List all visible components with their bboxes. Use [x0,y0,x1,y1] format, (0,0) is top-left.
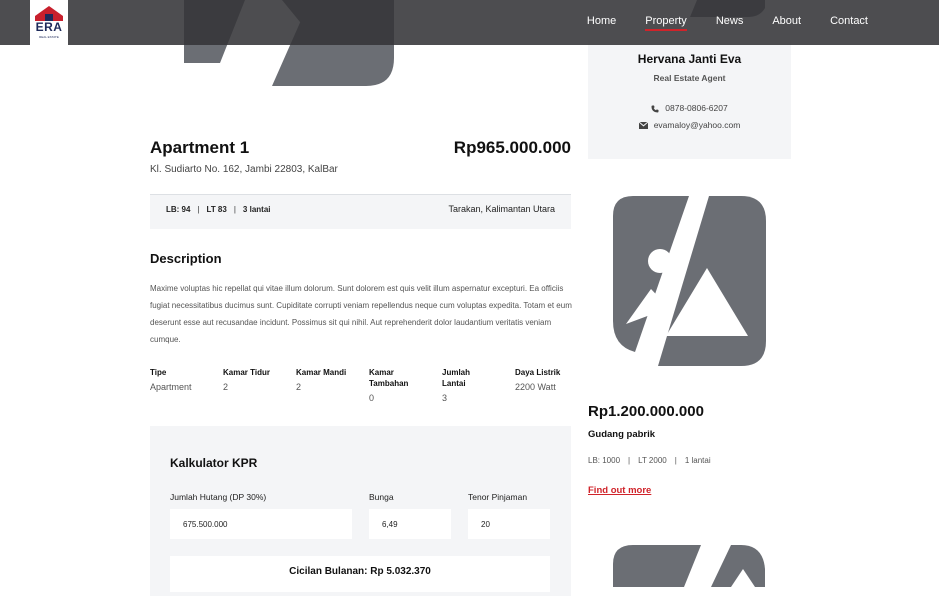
spec-lb: LB: 94 [166,205,191,214]
interest-input[interactable] [369,509,451,539]
feature-label: Kamar Tidur [223,368,270,377]
feature-value: 2 [223,382,229,392]
listing-price: Rp965.000.000 [453,138,571,157]
spec-separator: | [674,456,677,465]
agent-email-text: evamaloy@yahoo.com [653,120,741,130]
nav-property[interactable]: Property [645,15,687,31]
description-text: Maxime voluptas hic repellat qui vitae i… [150,284,572,344]
logo-text: ERA [35,20,63,34]
agent-email[interactable]: evamaloy@yahoo.com [588,120,791,130]
feature-type: Tipe Apartment [150,367,220,392]
feature-value: 2 [296,382,302,392]
image-placeholder-icon [613,545,765,587]
debt-label: Jumlah Hutang (DP 30%) [170,492,267,502]
listing-title: Apartment 1 [150,138,250,157]
listing-specs: LB: 94 | LT 83 | 3 lantai [166,205,271,214]
logo-subtext: REAL ESTATE [39,35,59,39]
agent-phone[interactable]: 0878-0806-6207 [588,103,791,113]
main-nav: Home Property News About Contact [558,15,868,31]
agent-phone-text: 0878-0806-6207 [665,103,728,113]
feature-value: Apartment [150,382,192,392]
related-property-name: Gudang pabrik [588,429,656,440]
feature-label: Daya Listrik [515,368,561,377]
spec-floors: 1 lantai [684,456,711,465]
feature-value: 3 [442,393,448,403]
agent-name: Hervana Janti Eva [637,52,742,66]
image-placeholder-icon [613,196,766,366]
nav-about[interactable]: About [772,15,801,31]
feature-value: 2200 Watt [515,382,556,392]
feature-label: Tipe [150,368,167,377]
debt-input[interactable] [170,509,352,539]
calculator-title: Kalkulator KPR [170,456,258,470]
next-property-image[interactable] [613,544,766,587]
era-logo[interactable]: ERA REAL ESTATE [30,0,68,45]
house-roof-icon [35,6,63,21]
nav-contact[interactable]: Contact [830,15,868,31]
feature-floors: Jumlah Lantai 3 [442,367,482,403]
related-property-image[interactable] [613,196,766,367]
feature-bedrooms: Kamar Tidur 2 [223,367,293,392]
description-heading: Description [150,251,222,266]
spec-separator: | [197,205,200,214]
phone-icon [651,105,659,113]
envelope-icon [638,122,648,130]
feature-label: Jumlah Lantai [442,368,471,388]
spec-lb: LB: 1000 [588,456,621,465]
agent-card: Hervana Janti Eva Real Estate Agent 0878… [588,40,791,159]
agent-role: Real Estate Agent [653,73,726,83]
feature-label: Kamar Mandi [296,368,347,377]
spec-separator: | [233,205,236,214]
tenor-label: Tenor Pinjaman [468,492,528,502]
interest-label: Bunga [369,492,394,502]
nav-news[interactable]: News [716,15,744,31]
feature-bathrooms: Kamar Mandi 2 [296,367,366,392]
listing-location: Tarakan, Kalimantan Utara [448,204,555,214]
listing-address: Kl. Sudiarto No. 162, Jambi 22803, KalBa… [150,164,338,175]
find-out-more-link[interactable]: Find out more [588,485,651,496]
feature-value: 0 [369,393,375,403]
mortgage-calculator: Kalkulator KPR Jumlah Hutang (DP 30%) Bu… [150,426,571,596]
feature-power: Daya Listrik 2200 Watt [515,367,585,392]
nav-home[interactable]: Home [587,15,616,31]
listing-info-bar: LB: 94 | LT 83 | 3 lantai Tarakan, Kalimanta… [150,194,571,229]
spec-lt: LT 83 [206,205,227,214]
related-property-price: Rp1.200.000.000 [588,403,704,420]
spec-floors: 3 lantai [242,205,271,214]
spec-lt: LT 2000 [638,456,667,465]
spec-separator: | [628,456,631,465]
site-header: ERA REAL ESTATE Home Property News About… [0,0,939,45]
tenor-input[interactable] [468,509,550,539]
feature-label: Kamar Tambahan [369,368,409,388]
feature-extra-rooms: Kamar Tambahan 0 [369,367,421,403]
related-property-specs: LB: 1000 | LT 2000 | 1 lantai [588,456,711,465]
